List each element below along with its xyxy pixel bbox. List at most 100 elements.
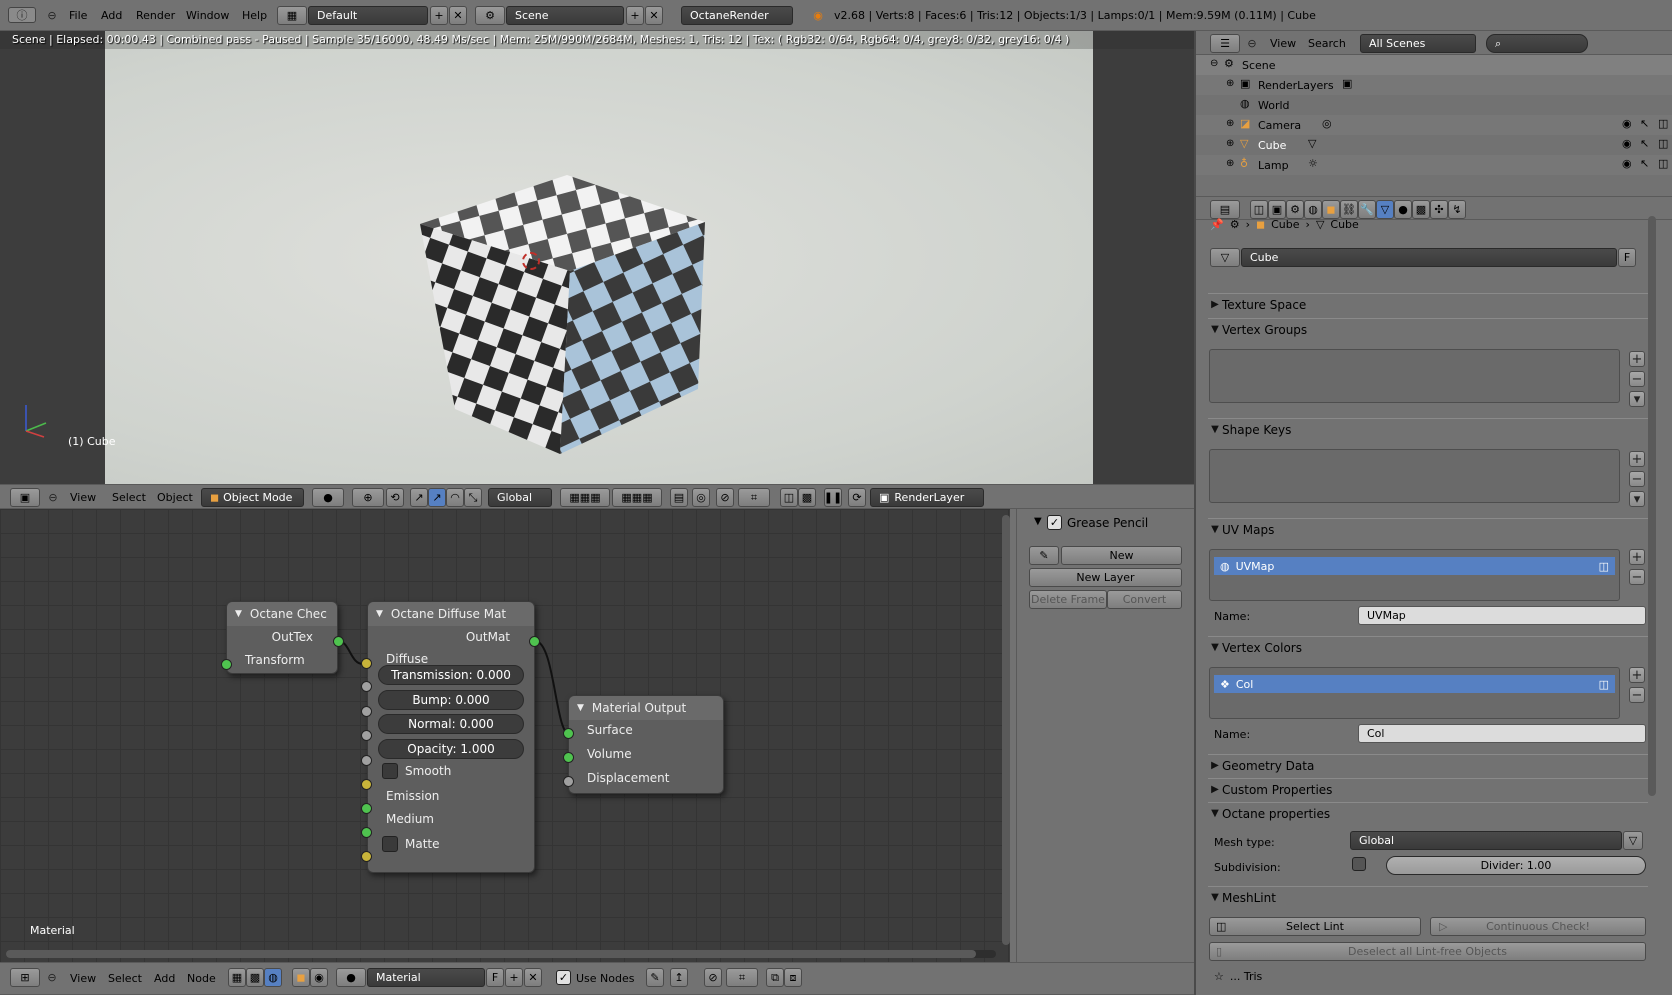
compositor-tree-icon[interactable]: ◍: [264, 968, 282, 987]
layers-grid-a[interactable]: ▦▦▦: [560, 488, 610, 507]
outliner-row-scene[interactable]: ⊖ ⚙ Scene: [1196, 55, 1672, 75]
visibility-eye-icon[interactable]: ◉: [1622, 117, 1632, 130]
transform-manipulator-icon[interactable]: ↗: [410, 488, 428, 507]
properties-scrollbar[interactable]: [1648, 216, 1656, 796]
socket-diffuse[interactable]: [361, 658, 372, 669]
mesh-fake-user-button[interactable]: F: [1618, 248, 1636, 267]
socket-emission[interactable]: [361, 803, 372, 814]
layer-lock-icon[interactable]: ▤: [670, 488, 688, 507]
outliner-row-world[interactable]: ◍ World: [1196, 95, 1672, 115]
menu-view[interactable]: View: [70, 491, 96, 504]
opacity-field[interactable]: Opacity: 1.000: [378, 739, 524, 759]
socket-volume[interactable]: [563, 752, 574, 763]
node-snap-element[interactable]: ⌗: [726, 968, 758, 987]
node-vscrollbar[interactable]: [1002, 515, 1010, 945]
socket-smooth[interactable]: [361, 779, 372, 790]
deselect-lint-button[interactable]: ▯ Deselect all Lint-free Objects: [1209, 942, 1646, 961]
opengl-render-icon[interactable]: ◫: [780, 488, 798, 507]
menu-add[interactable]: Add: [154, 972, 175, 985]
screen-layout-field[interactable]: Default: [308, 6, 428, 25]
object-shader-icon[interactable]: ◼: [292, 968, 310, 987]
collapse-icon[interactable]: ▼: [235, 609, 242, 619]
menu-view[interactable]: View: [1270, 37, 1296, 50]
vertex-groups-list[interactable]: [1209, 349, 1620, 403]
pin-icon[interactable]: 📌: [1210, 218, 1224, 231]
node-snap-icon[interactable]: ⊘: [704, 968, 722, 987]
node-diffuse-header[interactable]: ▼ Octane Diffuse Mat: [368, 602, 534, 626]
socket-outtex[interactable]: [333, 636, 344, 647]
divider-field[interactable]: Divider: 1.00: [1386, 856, 1646, 875]
vertex-color-item[interactable]: ❖ Col ◫: [1214, 675, 1615, 693]
select-cursor-icon[interactable]: ↖: [1640, 157, 1649, 170]
scene-icon[interactable]: ⚙: [475, 6, 505, 25]
pause-render-icon[interactable]: ❚❚: [824, 488, 842, 507]
refresh-render-icon[interactable]: ⟳: [848, 488, 866, 507]
panel-vertex-colors[interactable]: ▼ Vertex Colors: [1208, 636, 1648, 658]
opengl-anim-icon[interactable]: ▩: [798, 488, 816, 507]
expand-icon[interactable]: ⊕: [1226, 158, 1234, 169]
tab-physics-icon[interactable]: ↯: [1448, 200, 1466, 219]
socket-displacement[interactable]: [563, 776, 574, 787]
remove-uv-map-button[interactable]: −: [1629, 569, 1645, 585]
render-layer-select[interactable]: ▣ RenderLayer: [870, 488, 984, 507]
tab-particles-icon[interactable]: ✣: [1430, 200, 1448, 219]
world-shader-icon[interactable]: ◉: [310, 968, 328, 987]
manipulator-toggle[interactable]: ⟲: [386, 488, 404, 507]
menu-search[interactable]: Search: [1308, 37, 1346, 50]
node-output-header[interactable]: ▼ Material Output: [569, 696, 723, 720]
socket-opacity[interactable]: [361, 755, 372, 766]
remove-vertex-group-button[interactable]: −: [1629, 371, 1645, 387]
gp-new-layer-button[interactable]: New Layer: [1029, 568, 1182, 587]
use-nodes-checkbox[interactable]: ✓: [556, 970, 571, 985]
socket-medium[interactable]: [361, 827, 372, 838]
socket-outmat[interactable]: [529, 636, 540, 647]
remove-vertex-color-button[interactable]: −: [1629, 687, 1645, 703]
panel-geometry-data[interactable]: ▶ Geometry Data: [1208, 754, 1648, 776]
outliner-row-renderlayers[interactable]: ⊕ ▣ RenderLayers ▣: [1196, 75, 1672, 95]
add-screen-button[interactable]: +: [430, 6, 448, 25]
scene-field[interactable]: Scene: [506, 6, 624, 25]
remove-scene-button[interactable]: ✕: [645, 6, 663, 25]
pivot-select[interactable]: ⊕: [352, 488, 384, 507]
panel-vertex-groups[interactable]: ▼ Vertex Groups: [1208, 318, 1648, 340]
menu-select[interactable]: Select: [112, 491, 146, 504]
continuous-check-button[interactable]: ▷ Continuous Check!: [1430, 917, 1646, 936]
remove-screen-button[interactable]: ✕: [449, 6, 467, 25]
menu-render[interactable]: Render: [136, 9, 175, 22]
visibility-eye-icon[interactable]: ◉: [1622, 137, 1632, 150]
outliner-row-camera[interactable]: ⊕ ◪ Camera ◎ ◉ ↖ ◫: [1196, 115, 1672, 135]
select-cursor-icon[interactable]: ↖: [1640, 117, 1649, 130]
translate-manipulator[interactable]: ↗: [428, 488, 446, 507]
socket-transmission[interactable]: [361, 681, 372, 692]
mesh-datablock-field[interactable]: Cube: [1241, 248, 1617, 267]
add-vertex-group-button[interactable]: +: [1629, 351, 1645, 367]
proportional-edit-icon[interactable]: ◎: [692, 488, 710, 507]
node-hscrollbar[interactable]: [6, 950, 996, 958]
gp-enable-checkbox[interactable]: ✓: [1047, 515, 1062, 530]
add-vertex-color-button[interactable]: +: [1629, 667, 1645, 683]
collapse-menu-icon[interactable]: ⊖: [44, 969, 60, 985]
vc-name-input[interactable]: Col: [1358, 724, 1646, 743]
shape-keys-list[interactable]: [1209, 449, 1620, 503]
collapse-menu-icon[interactable]: ⊖: [1244, 35, 1260, 51]
editor-type-node-icon[interactable]: ⊞: [10, 968, 40, 987]
tab-modifiers-icon[interactable]: 🔧: [1358, 200, 1376, 219]
panel-shape-keys[interactable]: ▼ Shape Keys: [1208, 418, 1648, 440]
material-add-button[interactable]: +: [505, 968, 523, 987]
add-uv-map-button[interactable]: +: [1629, 549, 1645, 565]
menu-select[interactable]: Select: [108, 972, 142, 985]
render-camera-icon[interactable]: ◫: [1599, 678, 1609, 691]
expand-icon[interactable]: ⊕: [1226, 138, 1234, 149]
outliner-search-input[interactable]: ⌕: [1486, 34, 1588, 53]
smooth-checkbox[interactable]: [382, 763, 398, 779]
material-name-field[interactable]: Material: [367, 968, 485, 987]
socket-bump[interactable]: [361, 706, 372, 717]
shader-tree-icon[interactable]: ▦: [228, 968, 246, 987]
tab-mesh-data-icon[interactable]: ▽: [1376, 200, 1394, 219]
node-checks-header[interactable]: ▼ Octane Chec: [227, 602, 337, 626]
select-cursor-icon[interactable]: ↖: [1640, 137, 1649, 150]
render-camera-icon[interactable]: ◫: [1658, 137, 1668, 150]
visibility-eye-icon[interactable]: ◉: [1622, 157, 1632, 170]
collapse-icon[interactable]: ▼: [577, 703, 584, 713]
add-shape-key-button[interactable]: +: [1629, 451, 1645, 467]
